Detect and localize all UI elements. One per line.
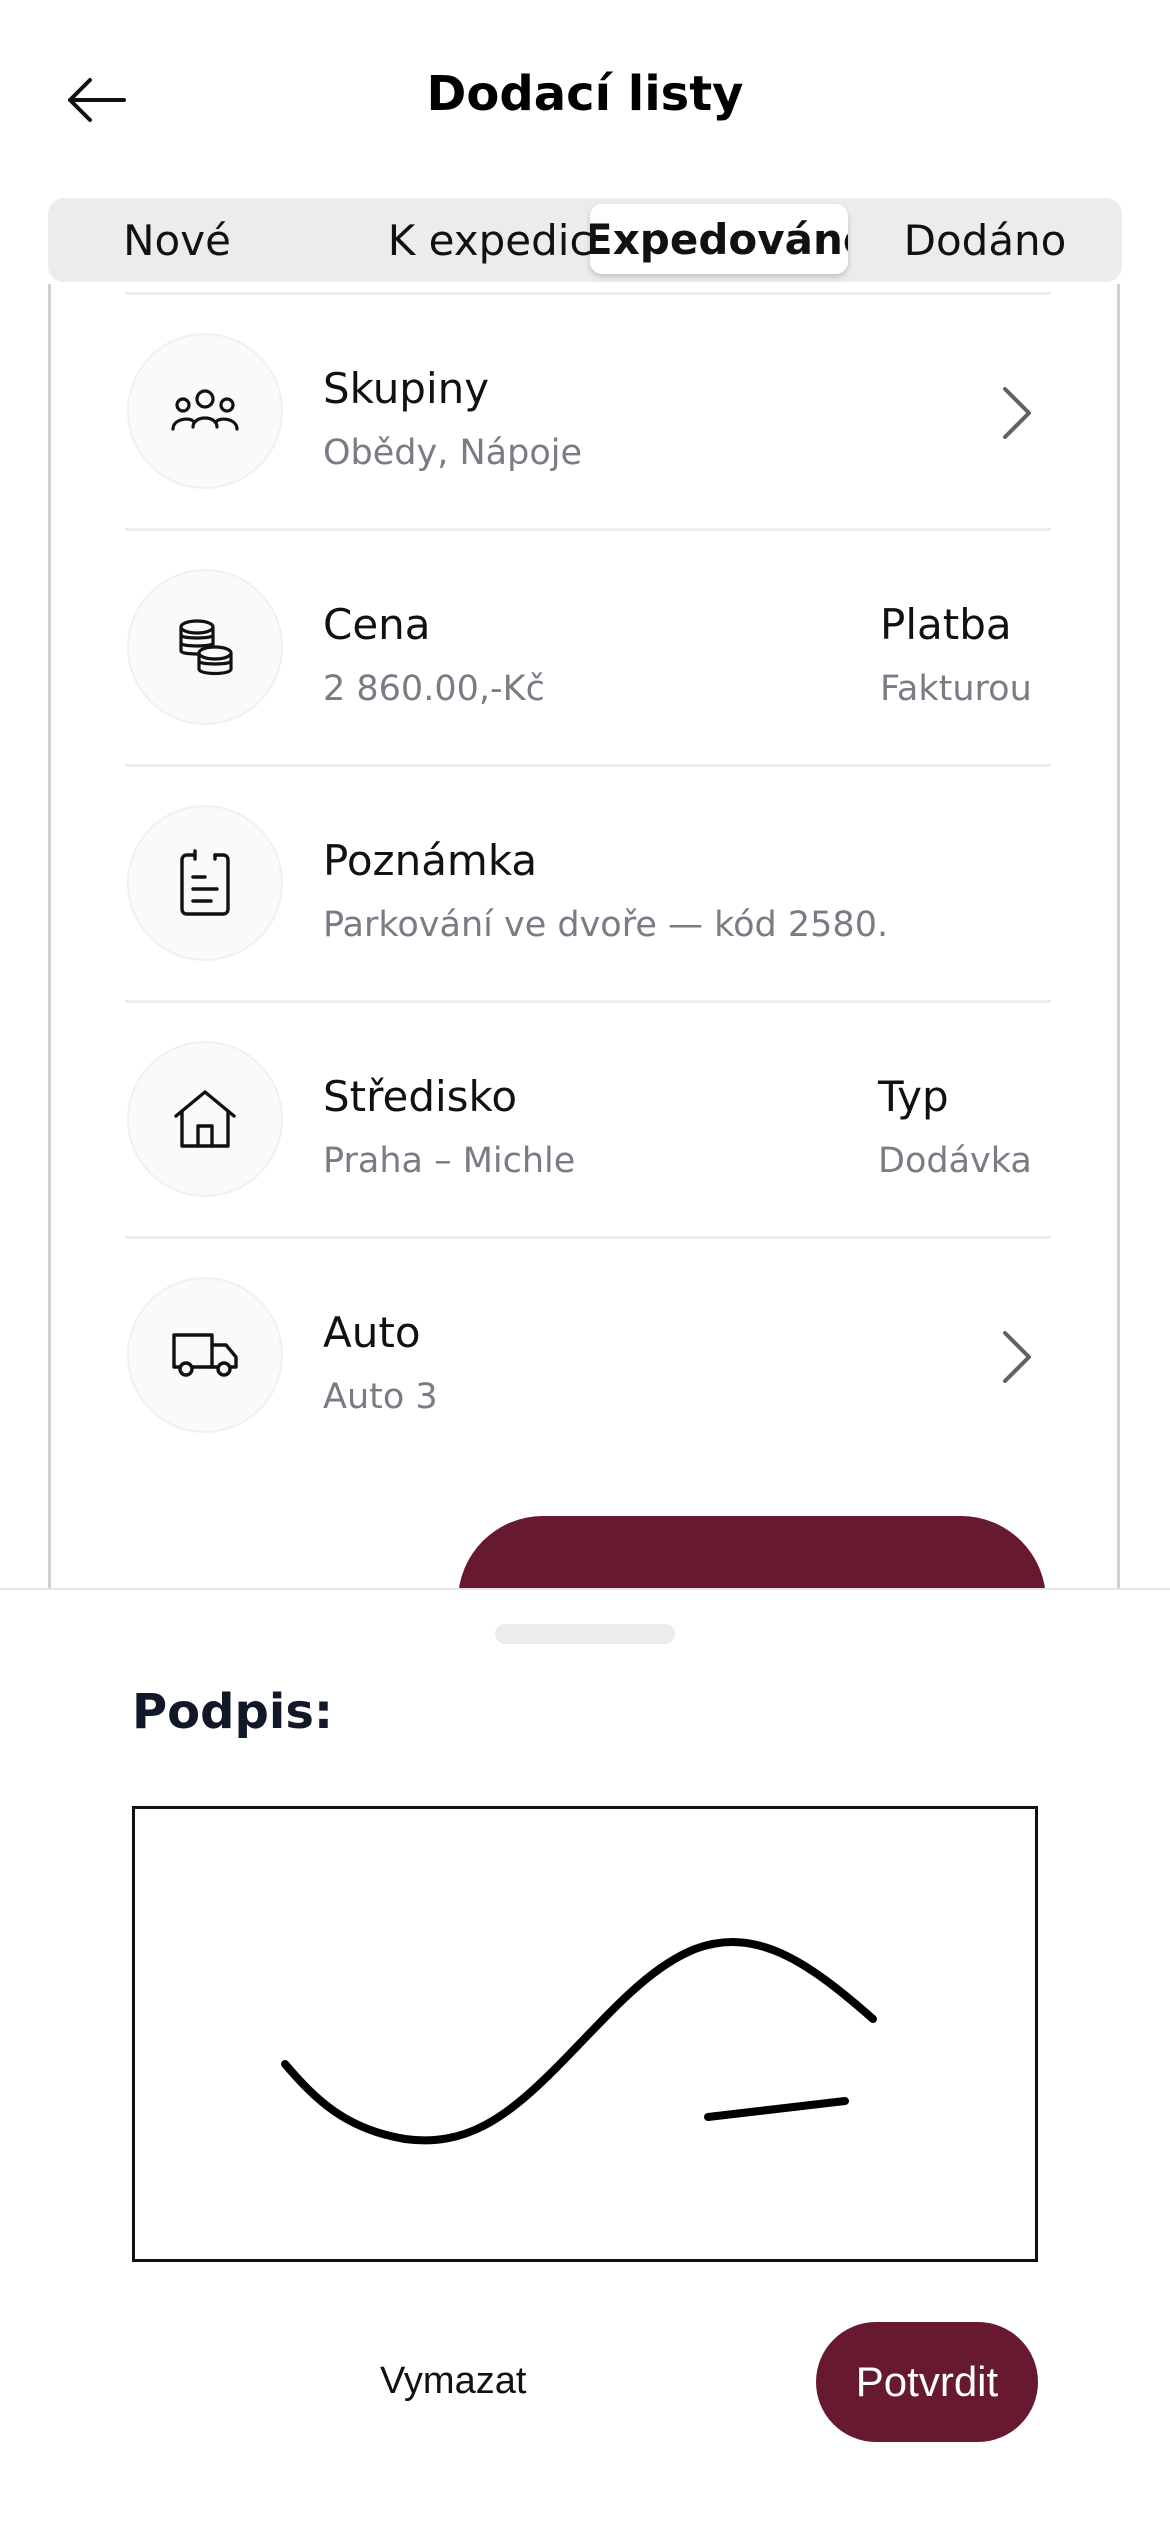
signature-pad[interactable] bbox=[132, 1806, 1038, 2262]
tab-shipped-label: Expedováno bbox=[590, 214, 848, 264]
tab-delivered[interactable]: Dodáno bbox=[848, 198, 1122, 282]
group-icon-circle bbox=[127, 333, 283, 489]
tab-new[interactable]: Nové bbox=[48, 198, 306, 282]
groups-label: Skupiny bbox=[323, 364, 490, 413]
delivery-detail-card: Skupiny Obědy, Nápoje Cena 2 860.00,-Kč bbox=[48, 284, 1120, 1594]
signature-sheet: Podpis: Vymazat Potvrdit bbox=[0, 1588, 1170, 2532]
payment-label: Platba bbox=[880, 600, 1012, 649]
center-value: Praha – Michle bbox=[323, 1141, 576, 1181]
group-icon bbox=[171, 389, 239, 431]
car-value: Auto 3 bbox=[323, 1377, 438, 1417]
payment-value: Fakturou bbox=[880, 669, 1032, 709]
center-label: Středisko bbox=[323, 1072, 518, 1121]
signature-title: Podpis: bbox=[132, 1684, 334, 1740]
status-tabs: Nové K expedici Expedováno Dodáno bbox=[48, 198, 1122, 282]
truck-icon bbox=[172, 1333, 238, 1377]
chevron-right-icon[interactable] bbox=[991, 383, 1041, 443]
clear-signature-button[interactable]: Vymazat bbox=[380, 2360, 526, 2403]
home-icon bbox=[174, 1090, 236, 1148]
price-value: 2 860.00,-Kč bbox=[323, 669, 545, 709]
home-icon-circle bbox=[127, 1041, 283, 1197]
groups-value: Obědy, Nápoje bbox=[323, 433, 582, 473]
chevron-right-icon[interactable] bbox=[991, 1327, 1041, 1387]
tab-shipped[interactable]: Expedováno bbox=[590, 204, 848, 274]
page-title: Dodací listy bbox=[426, 66, 744, 122]
sheet-drag-handle[interactable] bbox=[495, 1624, 675, 1644]
truck-icon-circle bbox=[127, 1277, 283, 1433]
signature-drawing bbox=[281, 1938, 877, 2145]
price-label: Cena bbox=[323, 600, 431, 649]
row-car[interactable]: Auto Auto 3 bbox=[125, 1236, 1051, 1472]
confirm-signature-button[interactable]: Potvrdit bbox=[816, 2322, 1038, 2442]
app-header: Dodací listy bbox=[0, 0, 1170, 190]
row-groups[interactable]: Skupiny Obědy, Nápoje bbox=[125, 292, 1051, 528]
coins-icon-circle bbox=[127, 569, 283, 725]
note-label: Poznámka bbox=[323, 836, 538, 885]
row-center: Středisko Praha – Michle Typ Dodávka bbox=[125, 1000, 1051, 1236]
clipboard-icon bbox=[180, 849, 230, 916]
row-note: Poznámka Parkování ve dvoře — kód 2580. bbox=[125, 764, 1051, 1000]
type-value: Dodávka bbox=[878, 1141, 1032, 1181]
coins-icon bbox=[179, 619, 233, 676]
row-price: Cena 2 860.00,-Kč Platba Fakturou bbox=[125, 528, 1051, 764]
type-label: Typ bbox=[878, 1072, 949, 1121]
note-value: Parkování ve dvoře — kód 2580. bbox=[323, 905, 889, 945]
note-icon-circle bbox=[127, 805, 283, 961]
car-label: Auto bbox=[323, 1308, 421, 1357]
